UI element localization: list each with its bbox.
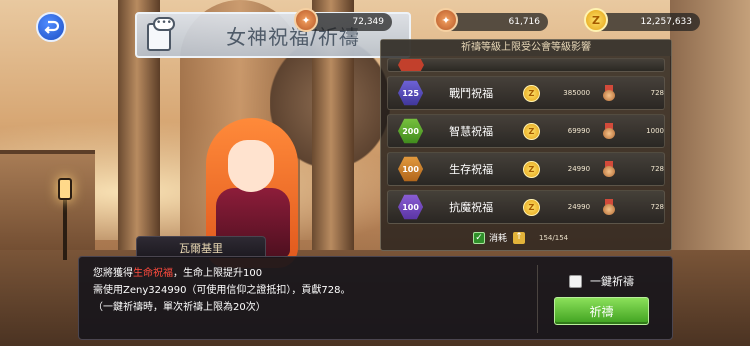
background-building [0,150,95,260]
dialog-divider [537,265,538,333]
blessing-contribution: 1000 [646,127,664,135]
blessing-list-panel: 祈禱等級上限受公會等級影響 125 戰鬥祝福 Z 385000 728 200 … [380,39,672,251]
dialog-line-2: 需使用Zeny324990（可使用信仰之證抵扣），貢獻728。 [93,285,351,296]
consume-label: 消耗 [489,234,508,244]
dialog-text-segment: 您將獲得 [93,268,133,279]
blessing-contribution: 728 [650,203,664,211]
blessing-name: 抗魔祝福 [449,201,494,214]
dialog-text-segment: ，生命上限提升100 [173,268,263,279]
zeny-coin-icon: Z [523,84,540,102]
blessing-cost: 69990 [567,127,591,135]
guild-medal-icon: ✦ [294,8,318,32]
currency-zeny: Z 12,257,633 [584,8,700,32]
npc-dialog-box: 您將獲得生命祝福，生命上限提升100 需使用Zeny324990（可使用信仰之證… [78,256,673,340]
street-lamp-icon [58,178,72,200]
one-key-checkbox[interactable] [569,274,582,288]
dialog-text: 您將獲得生命祝福，生命上限提升100 需使用Zeny324990（可使用信仰之證… [93,265,533,316]
currency-value: 61,716 [508,17,541,27]
blessing-cost: 24990 [567,203,591,211]
blessing-row-wisdom[interactable]: 200 智慧祝福 Z 69990 1000 [387,114,665,148]
level-hex-icon [398,59,424,71]
consume-row: ✓ 消耗 ↑ 154/154 [473,231,568,244]
blessing-contribution: 728 [650,165,664,173]
pray-button[interactable]: 祈禱 [554,297,649,325]
one-key-label: 一鍵祈禱 [590,275,634,288]
contribution-medal-icon [602,123,616,139]
back-button[interactable] [36,12,66,42]
dialog-line-3: （一鍵祈禱時，單次祈禱上限為20次） [93,302,266,313]
zeny-coin-icon: Z [523,122,540,140]
back-arrow-icon [44,20,59,34]
zeny-coin-icon: Z [523,160,540,178]
blessing-list[interactable]: 125 戰鬥祝福 Z 385000 728 200 智慧祝福 Z 69990 1… [381,58,671,224]
contribution-medal-icon [602,199,616,215]
locked-medal-icon: ✦ [434,8,458,32]
street-lamp-post [63,200,67,260]
currency-locked-medal: ✦ 61,716 [434,8,548,32]
blessing-highlight: 生命祝福 [133,268,173,279]
currency-guild-medal: ✦ 72,349 [294,8,392,32]
consume-checkbox[interactable]: ✓ [473,231,485,244]
blessing-row-survival[interactable]: 100 生存祝福 Z 24990 728 [387,152,665,186]
npc-name-tab: 瓦爾基里 [136,236,266,258]
blessing-name: 戰鬥祝福 [449,87,494,100]
currency-value: 12,257,633 [640,17,692,27]
contribution-medal-icon [602,85,616,101]
blessing-row-battle[interactable]: 125 戰鬥祝福 Z 385000 728 [387,76,665,110]
panel-header: 祈禱等級上限受公會等級影響 [381,40,671,56]
blessing-name: 生存祝福 [449,163,494,176]
level-hex-icon: 100 [398,194,424,220]
blessing-row-partial[interactable] [387,58,665,72]
upgrade-arrow-icon: ↑ [513,231,526,244]
blessing-name: 智慧祝福 [449,125,494,138]
character-face [228,140,274,192]
dialog-line-1: 您將獲得生命祝福，生命上限提升100 [93,265,533,282]
level-hex-icon: 200 [398,118,424,144]
level-hex-icon: 100 [398,156,424,182]
zeny-coin-icon: Z [584,8,608,32]
blessing-cost: 24990 [567,165,591,173]
blessing-cost: 385000 [563,89,591,97]
consume-value: 154/154 [539,233,569,242]
one-key-pray-toggle[interactable]: 一鍵祈禱 [569,273,634,289]
level-hex-icon: 125 [398,80,424,106]
contribution-medal-icon [602,161,616,177]
zeny-coin-icon: Z [523,198,540,216]
blessing-contribution: 728 [650,89,664,97]
blessing-document-icon: ••• [143,17,177,53]
currency-value: 72,349 [352,17,385,27]
blessing-row-anti-magic[interactable]: 100 抗魔祝福 Z 24990 728 [387,190,665,224]
npc-name: 瓦爾基里 [179,241,223,255]
